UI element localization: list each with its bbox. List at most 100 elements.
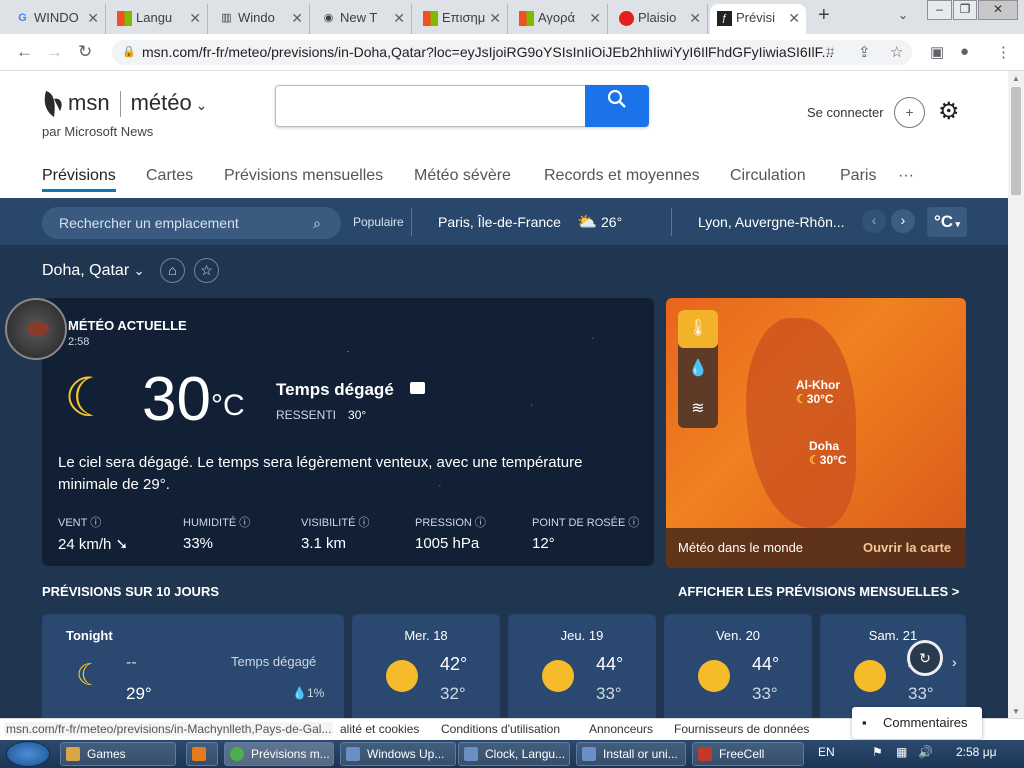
close-icon[interactable]: ✕: [87, 4, 99, 32]
open-map-link[interactable]: Ouvrir la carte: [863, 540, 951, 555]
bookmark-star-icon[interactable]: ☆: [890, 43, 903, 61]
thermometer-icon[interactable]: 🌡: [678, 310, 718, 348]
favorite-star-button[interactable]: ☆: [194, 258, 219, 283]
taskbar-item[interactable]: Games: [60, 742, 176, 766]
world-weather-link[interactable]: Météo dans le monde: [678, 540, 803, 555]
info-icon[interactable]: ⓘ: [628, 517, 639, 529]
msn-logo[interactable]: msn météo ⌄: [42, 89, 207, 119]
browser-tab-active[interactable]: ƒ Prévisi ✕: [710, 4, 806, 34]
sidepanel-icon[interactable]: ▣: [930, 43, 944, 61]
scroll-thumb[interactable]: [1011, 87, 1021, 195]
footer-link[interactable]: Fournisseurs de données: [674, 722, 809, 736]
reload-icon[interactable]: ↻: [78, 42, 92, 62]
precip: 💧1%: [292, 686, 324, 700]
action-center-icon[interactable]: ▦: [896, 745, 907, 759]
url-field[interactable]: 🔒 msn.com/fr-fr/meteo/previsions/in-Doha…: [112, 40, 912, 65]
footer-link[interactable]: alité et cookies: [340, 722, 419, 736]
close-window-button[interactable]: ✕: [978, 0, 1018, 20]
forward-icon[interactable]: →: [46, 42, 63, 62]
close-icon[interactable]: ✕: [689, 4, 701, 32]
location-search-input[interactable]: Rechercher un emplacement ⌕: [42, 207, 341, 239]
info-icon[interactable]: ⓘ: [239, 517, 250, 529]
info-icon[interactable]: ⓘ: [475, 517, 486, 529]
scroll-down-icon[interactable]: ▼: [1012, 707, 1020, 716]
wind-icon[interactable]: ≋: [678, 390, 718, 428]
page-scrollbar[interactable]: ▲ ▼: [1008, 71, 1024, 721]
search-button[interactable]: [585, 85, 649, 127]
maximize-button[interactable]: ❐: [953, 0, 977, 20]
message-icon[interactable]: [410, 382, 425, 394]
browser-tab[interactable]: Αγορά ✕: [512, 4, 608, 34]
search-icon[interactable]: ⌕: [313, 207, 321, 239]
taskbar-item[interactable]: Clock, Langu...: [458, 742, 570, 766]
nav-meteo-severe[interactable]: Météo sévère: [414, 167, 511, 185]
nav-more-icon[interactable]: ···: [898, 167, 914, 185]
nav-previsions-mensuelles[interactable]: Prévisions mensuelles: [224, 167, 383, 185]
close-icon[interactable]: ✕: [589, 4, 601, 32]
nav-records[interactable]: Records et moyennes: [544, 167, 700, 185]
nav-paris[interactable]: Paris: [840, 167, 876, 185]
language-indicator[interactable]: EN: [818, 745, 835, 759]
share-icon[interactable]: ⇪: [858, 43, 871, 61]
sign-in-link[interactable]: Se connecter: [807, 105, 884, 120]
taskbar-item[interactable]: [186, 742, 218, 766]
info-icon[interactable]: ⓘ: [358, 517, 369, 529]
minimize-button[interactable]: –: [927, 0, 952, 20]
browser-tab[interactable]: Langu ✕: [110, 4, 208, 34]
menu-icon[interactable]: ⋮: [996, 43, 1011, 61]
location-selector[interactable]: Doha, Qatar ⌄: [42, 262, 145, 280]
floating-overlay-bubble[interactable]: [5, 298, 67, 360]
browser-tab[interactable]: Plaisio ✕: [612, 4, 708, 34]
tab-title: Langu: [136, 10, 173, 25]
popular-city[interactable]: Lyon, Auvergne-Rhôn...: [698, 214, 845, 230]
nav-previsions[interactable]: Prévisions: [42, 167, 116, 192]
forecast-card-tonight[interactable]: Tonight ☾ -- 29° Temps dégagé 💧1%: [42, 614, 344, 724]
stat-value: 3.1 km: [301, 535, 347, 552]
gear-icon[interactable]: ⚙: [938, 97, 960, 126]
browser-tab[interactable]: G WINDO ✕: [8, 4, 106, 34]
close-icon[interactable]: ✕: [489, 4, 501, 32]
chevron-down-icon[interactable]: ⌄: [192, 97, 208, 113]
forecast-next-button[interactable]: ›: [952, 654, 957, 670]
home-location-button[interactable]: ⌂: [160, 258, 185, 283]
web-search-input[interactable]: [275, 85, 649, 127]
monthly-forecast-link[interactable]: AFFICHER LES PRÉVISIONS MENSUELLES >: [678, 584, 959, 599]
droplet-icon[interactable]: 💧: [678, 350, 718, 388]
start-button[interactable]: [6, 741, 50, 767]
forecast-card[interactable]: Ven. 20 44° 33°: [664, 614, 812, 724]
weather-map[interactable]: 🌡 💧 ≋ Al-Khor ☾30°C Doha ☾30°C Météo dans …: [666, 298, 966, 568]
next-city-button[interactable]: ›: [891, 209, 915, 233]
profile-icon[interactable]: ●: [960, 43, 969, 60]
browser-tab[interactable]: ▥ Windo ✕: [212, 4, 310, 34]
taskbar-item[interactable]: Windows Up...: [340, 742, 456, 766]
forecast-card[interactable]: Mer. 18 42° 32°: [352, 614, 500, 724]
nav-cartes[interactable]: Cartes: [146, 167, 193, 185]
translate-icon[interactable]: ⌗: [826, 43, 834, 60]
back-icon[interactable]: ←: [16, 42, 33, 62]
close-icon[interactable]: ✕: [788, 4, 800, 32]
avatar-icon[interactable]: +: [894, 97, 925, 128]
info-icon[interactable]: ⓘ: [90, 517, 101, 529]
footer-link[interactable]: Conditions d'utilisation: [441, 722, 560, 736]
taskbar-item[interactable]: FreeCell: [692, 742, 804, 766]
prev-city-button[interactable]: ‹: [862, 209, 886, 233]
new-tab-button[interactable]: +: [818, 4, 830, 27]
close-icon[interactable]: ✕: [189, 4, 201, 32]
forecast-card[interactable]: Jeu. 19 44° 33°: [508, 614, 656, 724]
taskbar-item[interactable]: Install or uni...: [576, 742, 686, 766]
comments-button[interactable]: ▪ Commentaires: [852, 707, 982, 739]
close-icon[interactable]: ✕: [291, 4, 303, 32]
browser-tab[interactable]: ◉ New T ✕: [314, 4, 412, 34]
nav-circulation[interactable]: Circulation: [730, 167, 806, 185]
clock-time[interactable]: 2:58 μμ: [956, 745, 997, 759]
footer-link[interactable]: Annonceurs: [589, 722, 653, 736]
volume-icon[interactable]: 🔊: [918, 745, 933, 759]
unit-selector[interactable]: °C ▾: [927, 207, 967, 237]
scroll-up-icon[interactable]: ▲: [1012, 74, 1020, 83]
taskbar-item-active[interactable]: Prévisions m...: [224, 742, 334, 766]
tab-search-icon[interactable]: ⌄: [898, 8, 908, 22]
close-icon[interactable]: ✕: [393, 4, 405, 32]
network-icon[interactable]: ⚑: [872, 745, 883, 759]
browser-tab[interactable]: Επισημ ✕: [416, 4, 508, 34]
popular-city[interactable]: Paris, Île-de-France: [438, 214, 561, 230]
